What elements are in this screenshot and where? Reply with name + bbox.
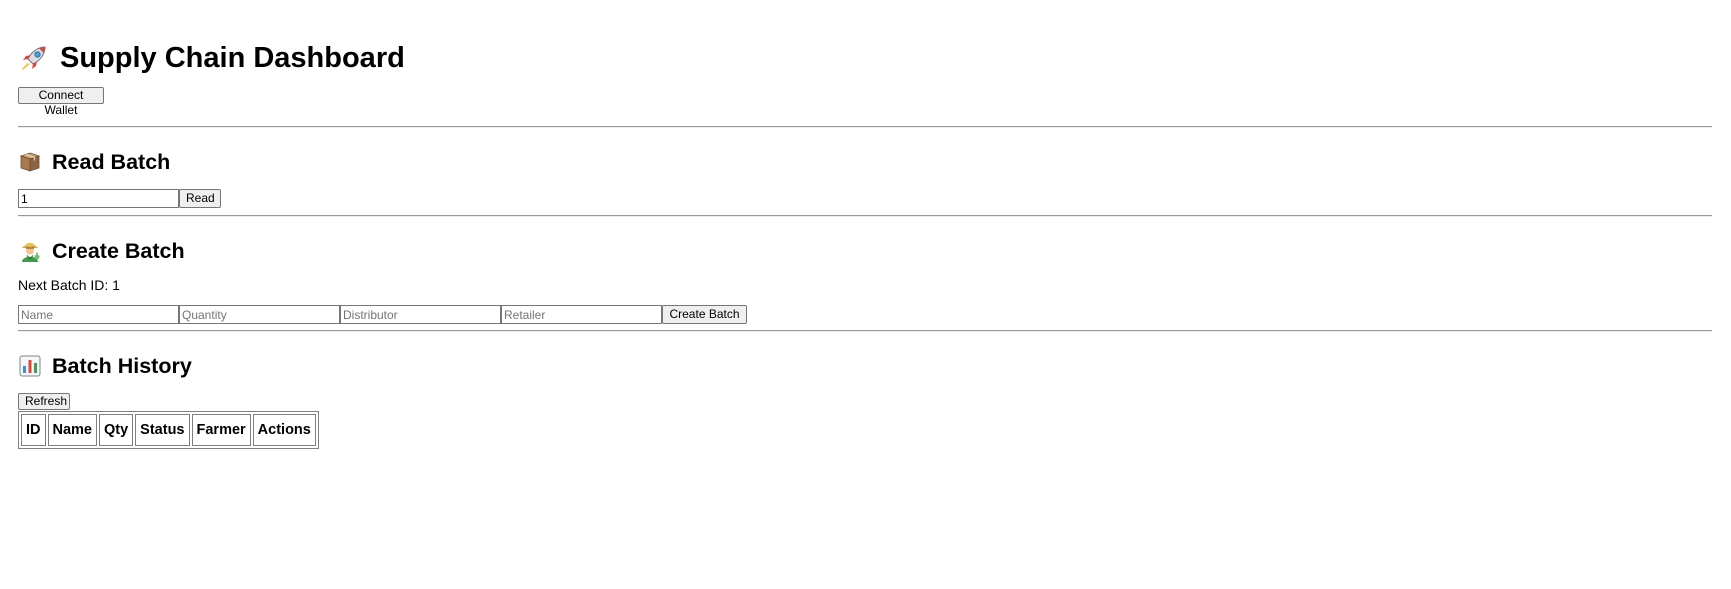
quantity-input[interactable] (179, 305, 340, 324)
batch-id-input[interactable] (18, 189, 179, 208)
next-batch-id-text: Next Batch ID: 1 (18, 277, 120, 293)
page-title-text: Supply Chain Dashboard (60, 42, 405, 74)
bar-chart-icon (18, 354, 42, 378)
connect-wallet-button[interactable]: Connect Wallet (18, 87, 104, 117)
rocket-icon (18, 42, 50, 74)
column-header-name: Name (47, 414, 97, 446)
dashboard-page: Supply Chain Dashboard Connect Wallet Re… (0, 0, 1730, 449)
refresh-button[interactable]: Refresh (18, 393, 70, 410)
read-batch-row: Read (18, 189, 1730, 208)
create-batch-heading: Create Batch (18, 236, 1730, 266)
column-header-status: Status (135, 414, 190, 446)
read-button[interactable]: Read (179, 189, 221, 208)
create-batch-button[interactable]: Create Batch (662, 305, 747, 324)
distributor-input[interactable] (340, 305, 501, 324)
column-header-actions: Actions (252, 414, 316, 446)
batch-name-input[interactable] (18, 305, 179, 324)
table-header-row: ID Name Qty Status Farmer Actions (21, 414, 316, 446)
batch-history-heading: Batch History (18, 351, 1730, 381)
column-header-farmer: Farmer (191, 414, 251, 446)
package-icon (18, 150, 42, 174)
retailer-input[interactable] (501, 305, 662, 324)
batch-history-heading-text: Batch History (52, 354, 192, 378)
create-batch-form: Create Batch (18, 305, 1730, 324)
farmer-icon (18, 239, 42, 263)
column-header-id: ID (21, 414, 46, 446)
column-header-qty: Qty (99, 414, 134, 446)
create-batch-heading-text: Create Batch (52, 239, 185, 263)
batch-history-table: ID Name Qty Status Farmer Actions (18, 411, 319, 449)
read-batch-heading-text: Read Batch (52, 150, 171, 174)
page-title: Supply Chain Dashboard (18, 0, 1730, 75)
read-batch-heading: Read Batch (18, 147, 1730, 177)
